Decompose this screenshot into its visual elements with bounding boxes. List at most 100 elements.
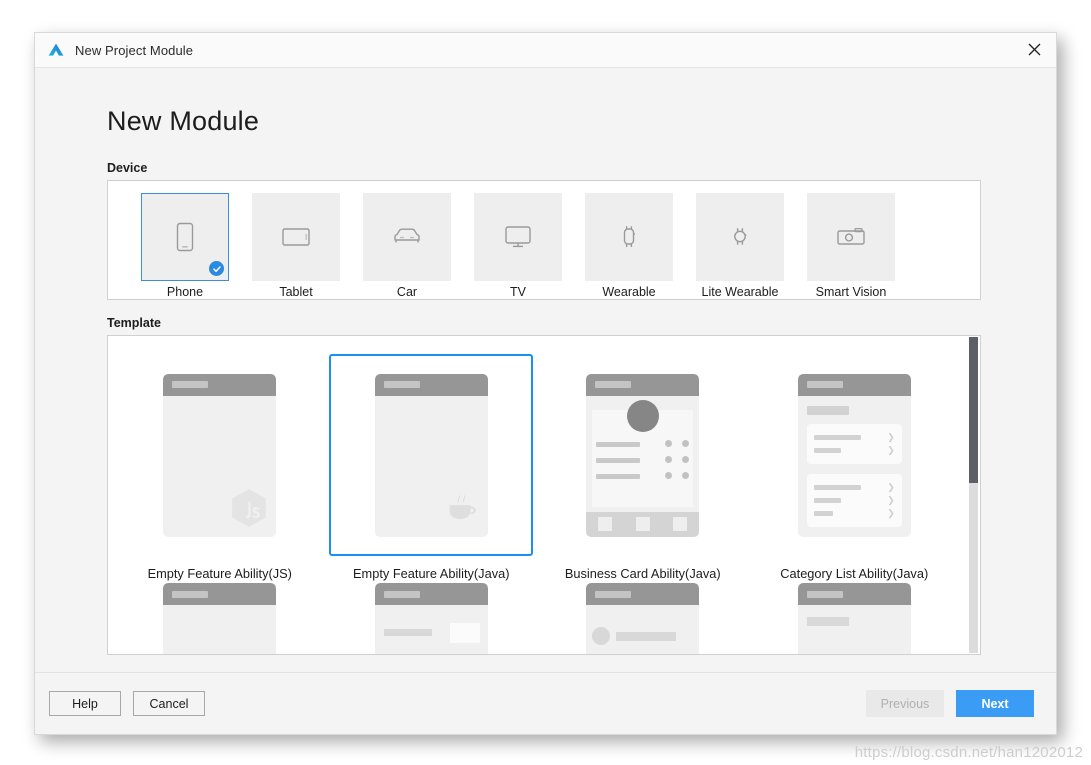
chevron-right-icon: ❯ xyxy=(887,494,895,505)
vertical-scrollbar[interactable] xyxy=(967,337,979,653)
mock-list-row: ❯ xyxy=(807,431,902,444)
mock-line xyxy=(596,473,641,479)
hos-triangle-logo-icon xyxy=(47,41,65,59)
device-card-car[interactable]: Car xyxy=(352,193,462,299)
mock-body xyxy=(375,396,488,537)
template-label: Empty Feature Ability(JS) xyxy=(147,566,292,581)
template-card-empty-java[interactable]: Empty Feature Ability(Java) xyxy=(326,354,538,581)
template-label: Empty Feature Ability(Java) xyxy=(353,566,510,581)
page-title: New Module xyxy=(107,106,260,136)
mock-body xyxy=(798,605,911,654)
device-tile xyxy=(474,193,562,281)
mock-list-row: ❯ xyxy=(807,494,902,507)
mock-line-group xyxy=(596,441,641,490)
mock-body xyxy=(163,396,276,537)
template-card-row2-2[interactable] xyxy=(326,581,538,654)
template-grid: Empty Feature Ability(JS) Empty Feature … xyxy=(108,336,966,654)
mock-header xyxy=(163,373,277,396)
mock-empty-js xyxy=(163,373,277,537)
template-card-row2-3[interactable] xyxy=(537,581,749,654)
mock-title-pill xyxy=(806,381,843,388)
mock-list-row: ❯ xyxy=(807,444,902,457)
template-frame xyxy=(752,581,956,654)
template-frame xyxy=(541,354,745,556)
template-frame xyxy=(118,581,322,654)
mock-header xyxy=(797,583,911,605)
chevron-right-icon: ❯ xyxy=(887,507,895,518)
next-button[interactable]: Next xyxy=(956,690,1034,717)
lite-wearable-icon xyxy=(734,228,747,245)
mock-header xyxy=(797,373,911,396)
mock-dot-row xyxy=(665,471,690,479)
previous-button: Previous xyxy=(866,690,944,717)
device-tile xyxy=(585,193,673,281)
phone-icon xyxy=(176,222,194,252)
help-button[interactable]: Help xyxy=(49,691,121,716)
device-list: Phone Tablet Car TV Wearable Lite Wearab… xyxy=(107,180,981,300)
mock-row2-plain xyxy=(163,583,277,654)
dialog-body: New Module Device Phone Tablet Car TV We… xyxy=(35,68,1056,672)
mock-body xyxy=(586,396,700,537)
device-card-smart-vision[interactable]: Smart Vision xyxy=(796,193,906,299)
mock-row2-avatar xyxy=(586,583,700,654)
mock-list-row: ❯ xyxy=(807,481,902,494)
scrollbar-thumb[interactable] xyxy=(968,337,978,483)
template-card-row2-1[interactable] xyxy=(114,581,326,654)
mock-title-pill xyxy=(383,590,420,598)
cancel-button[interactable]: Cancel xyxy=(133,691,205,716)
screen: New Project Module New Module Device Pho… xyxy=(0,0,1091,765)
mock-row2-dialog xyxy=(374,583,488,654)
mock-title-pill xyxy=(595,381,632,388)
template-card-empty-js[interactable]: Empty Feature Ability(JS) xyxy=(114,354,326,581)
dialog-titlebar: New Project Module xyxy=(35,33,1056,68)
check-circle-icon xyxy=(209,261,224,276)
mock-dot-row xyxy=(665,455,690,463)
device-tile xyxy=(141,193,229,281)
chevron-right-icon: ❯ xyxy=(887,431,895,442)
camera-icon xyxy=(837,227,865,245)
mock-header xyxy=(374,583,488,605)
template-card-business-card[interactable]: Business Card Ability(Java) xyxy=(537,354,749,581)
template-card-row2-4[interactable] xyxy=(749,581,961,654)
js-hexagon-icon xyxy=(232,488,267,527)
template-frame xyxy=(118,354,322,556)
dialog-title: New Project Module xyxy=(75,42,194,58)
template-label: Business Card Ability(Java) xyxy=(564,566,721,581)
device-card-tv[interactable]: TV xyxy=(463,193,573,299)
mock-header xyxy=(163,583,277,605)
device-section: Device Phone Tablet Car TV Wearable Lite… xyxy=(75,161,1016,300)
template-frame xyxy=(329,354,534,556)
device-section-label: Device xyxy=(107,161,148,175)
mock-title-pill xyxy=(172,381,209,388)
template-frame: ❯ ❯ ❯ ❯ ❯ xyxy=(752,354,956,556)
template-scrollport: Empty Feature Ability(JS) Empty Feature … xyxy=(108,336,966,654)
wearable-icon xyxy=(623,226,635,247)
mock-dot-row xyxy=(665,439,690,447)
mock-category-list: ❯ ❯ ❯ ❯ ❯ xyxy=(797,373,911,537)
device-label: Car xyxy=(396,285,418,299)
template-frame xyxy=(329,581,533,654)
device-label: Wearable xyxy=(602,285,656,299)
device-tile xyxy=(696,193,784,281)
mock-line xyxy=(596,457,641,463)
mock-title-pill xyxy=(383,381,420,388)
mock-title-pill xyxy=(172,590,209,598)
device-label: TV xyxy=(510,285,526,299)
mock-bottom-bar xyxy=(586,511,700,537)
template-card-category-list[interactable]: ❯ ❯ ❯ ❯ ❯ Category List Ability(Java) xyxy=(749,354,961,581)
mock-business-card xyxy=(586,373,700,537)
device-card-tablet[interactable]: Tablet xyxy=(241,193,351,299)
mock-body: ❯ ❯ ❯ ❯ ❯ xyxy=(798,396,911,537)
template-label: Category List Ability(Java) xyxy=(780,566,929,581)
mock-section-title xyxy=(806,405,849,415)
device-tile xyxy=(252,193,340,281)
mock-avatar xyxy=(626,399,659,432)
template-list: Empty Feature Ability(JS) Empty Feature … xyxy=(107,335,981,655)
device-card-wearable[interactable]: Wearable xyxy=(574,193,684,299)
close-icon[interactable] xyxy=(1012,33,1056,66)
mock-header xyxy=(374,373,488,396)
device-card-lite-wearable[interactable]: Lite Wearable xyxy=(685,193,795,299)
mock-list-group: ❯ ❯ ❯ xyxy=(806,473,902,527)
device-label: Smart Vision xyxy=(815,285,887,299)
device-card-phone[interactable]: Phone xyxy=(130,193,240,299)
